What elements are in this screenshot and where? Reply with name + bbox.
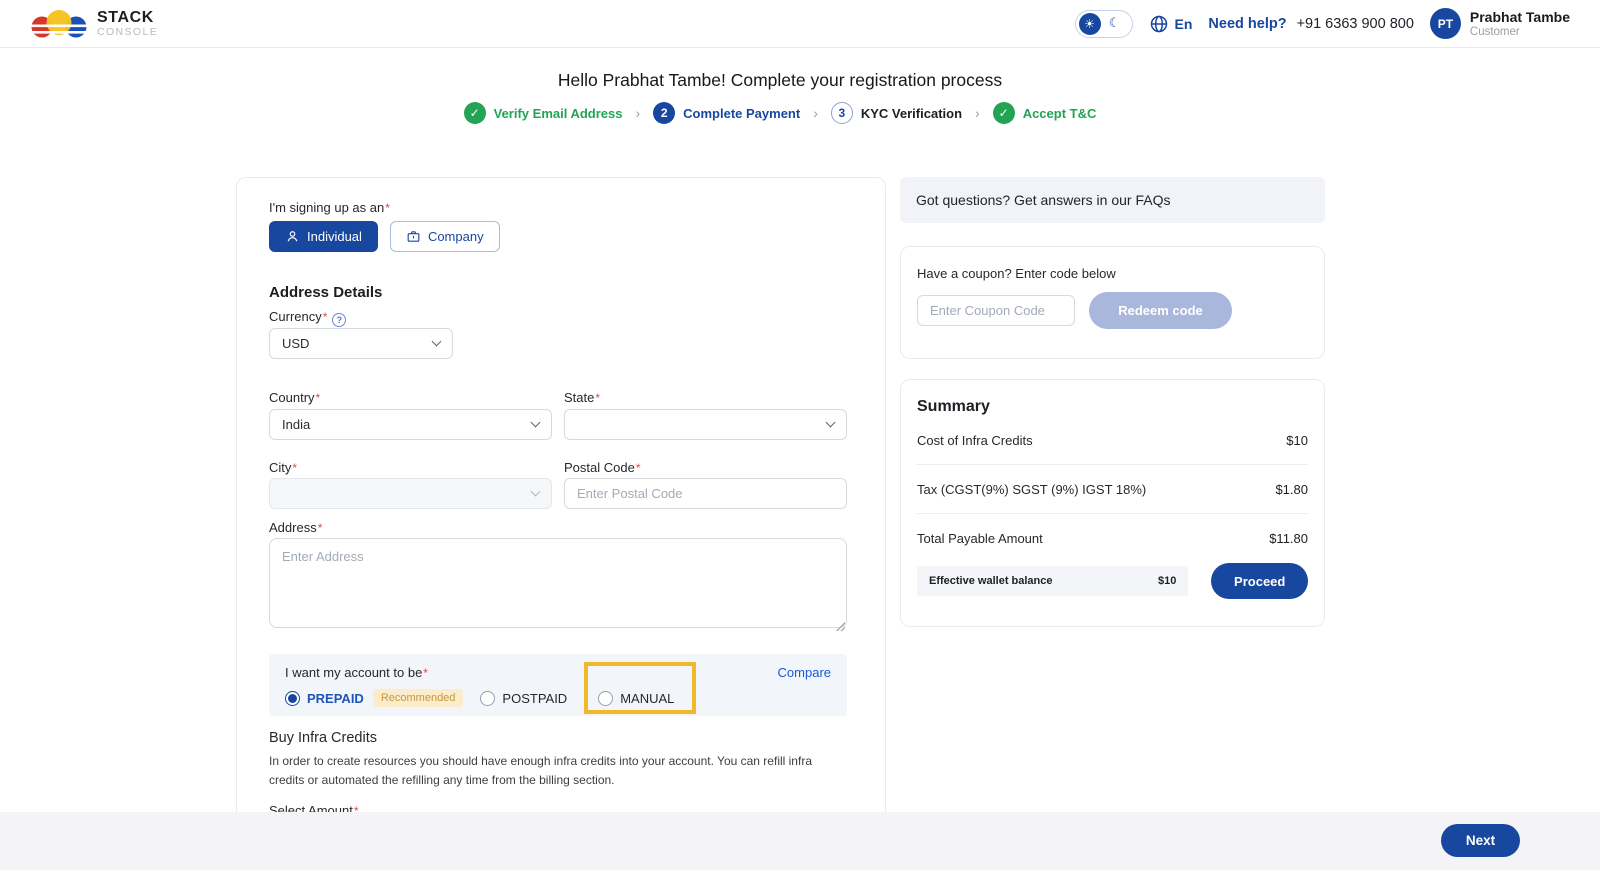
prepaid-label[interactable]: PREPAID — [307, 691, 364, 706]
summary-row-credits: Cost of Infra Credits $10 — [917, 433, 1308, 448]
stack-logo-icon — [30, 9, 88, 37]
faq-banner[interactable]: Got questions? Get answers in our FAQs — [900, 177, 1325, 223]
step-accept-tc: ✓ Accept T&C — [992, 102, 1096, 124]
postal-code-label: Postal Code* — [564, 460, 641, 475]
redeem-code-button[interactable]: Redeem code — [1089, 292, 1232, 329]
summary-card: Summary Cost of Infra Credits $10 Tax (C… — [900, 379, 1325, 627]
wallet-balance-label: Effective wallet balance — [929, 575, 1053, 587]
light-mode-icon[interactable]: ☀ — [1078, 12, 1101, 35]
top-header: STACK CONSOLE ☀ ☾ En Need help? +91 6363… — [0, 0, 1600, 48]
chevron-down-icon — [825, 417, 836, 428]
user-menu[interactable]: PT Prabhat Tambe Customer — [1429, 8, 1570, 39]
buy-infra-credits-heading: Buy Infra Credits — [269, 730, 377, 746]
state-label: State* — [564, 390, 601, 405]
individual-button[interactable]: Individual — [269, 221, 378, 252]
help-icon[interactable]: ? — [332, 313, 347, 327]
user-name: Prabhat Tambe — [1469, 8, 1570, 25]
wallet-balance-strip: Effective wallet balance $10 — [917, 566, 1189, 596]
state-select[interactable] — [564, 409, 847, 440]
step-verify-email: ✓ Verify Email Address — [463, 102, 622, 124]
wallet-balance-value: $10 — [1158, 575, 1177, 587]
chevron-right-icon: › — [975, 105, 980, 121]
summary-row-total: Total Payable Amount $11.80 — [917, 531, 1308, 546]
step-number: 3 — [830, 102, 853, 124]
manual-radio[interactable] — [598, 690, 614, 706]
account-mode-label: I want my account to be* — [285, 665, 428, 680]
chevron-down-icon — [530, 417, 541, 428]
compare-link[interactable]: Compare — [778, 665, 831, 680]
globe-icon — [1150, 15, 1167, 32]
city-label: City* — [269, 460, 298, 475]
country-label: Country* — [269, 390, 321, 405]
summary-row-tax: Tax (CGST(9%) SGST (9%) IGST 18%) $1.80 — [917, 482, 1308, 497]
address-textarea[interactable] — [269, 538, 847, 628]
coupon-label: Have a coupon? Enter code below — [917, 266, 1116, 281]
account-mode-panel: I want my account to be* Compare PREPAID… — [269, 654, 847, 716]
prepaid-radio[interactable] — [285, 690, 300, 706]
currency-select[interactable]: USD — [269, 328, 453, 359]
chevron-down-icon — [431, 336, 442, 347]
brand-subtitle: CONSOLE — [97, 26, 159, 38]
language-label[interactable]: En — [1175, 16, 1193, 32]
city-select[interactable] — [269, 478, 552, 509]
chevron-right-icon: › — [813, 105, 818, 121]
support-phone: +91 6363 900 800 — [1296, 15, 1414, 32]
postpaid-label[interactable]: POSTPAID — [502, 691, 567, 706]
chevron-right-icon: › — [635, 105, 641, 121]
currency-label: Currency*? — [269, 309, 347, 327]
coupon-card: Have a coupon? Enter code below Redeem c… — [900, 246, 1325, 359]
page-title: Hello Prabhat Tambe! Complete your regis… — [557, 70, 1003, 90]
postpaid-radio[interactable] — [480, 690, 496, 706]
check-icon: ✓ — [992, 102, 1015, 124]
company-button[interactable]: Company — [389, 221, 500, 252]
avatar[interactable]: PT — [1429, 8, 1461, 39]
step-number: 2 — [653, 102, 676, 124]
next-button[interactable]: Next — [1441, 824, 1520, 857]
step-kyc-verification: 3 KYC Verification — [830, 102, 962, 124]
check-icon: ✓ — [463, 102, 486, 124]
need-help-link[interactable]: Need help? — [1208, 16, 1286, 32]
address-label: Address* — [269, 520, 323, 535]
step-complete-payment: 2 Complete Payment — [653, 102, 800, 124]
coupon-code-input[interactable] — [917, 295, 1075, 326]
buy-infra-credits-description: In order to create resources you should … — [269, 754, 812, 788]
summary-heading: Summary — [917, 398, 990, 415]
brand-name: STACK — [97, 9, 154, 26]
country-select[interactable]: India — [269, 409, 552, 440]
manual-label[interactable]: MANUAL — [620, 691, 674, 706]
registration-stepper: ✓ Verify Email Address › 2 Complete Paym… — [0, 102, 1560, 124]
postal-code-input[interactable] — [564, 478, 847, 509]
briefcase-icon — [407, 231, 420, 242]
theme-toggle[interactable]: ☀ ☾ — [1074, 9, 1133, 38]
user-role: Customer — [1469, 25, 1520, 38]
recommended-badge: Recommended — [372, 689, 464, 707]
chevron-down-icon — [530, 486, 541, 497]
address-details-heading: Address Details — [269, 284, 383, 301]
proceed-button[interactable]: Proceed — [1211, 563, 1308, 599]
sticky-footer: Next — [0, 812, 1600, 870]
language-selector[interactable]: En — [1149, 14, 1193, 34]
registration-form-card: I'm signing up as an* Individual Company… — [236, 177, 886, 870]
brand-logo[interactable]: STACK CONSOLE — [30, 7, 158, 41]
dark-mode-icon[interactable]: ☾ — [1105, 16, 1125, 31]
signup-as-label: I'm signing up as an* — [269, 200, 390, 215]
person-icon — [287, 231, 298, 242]
